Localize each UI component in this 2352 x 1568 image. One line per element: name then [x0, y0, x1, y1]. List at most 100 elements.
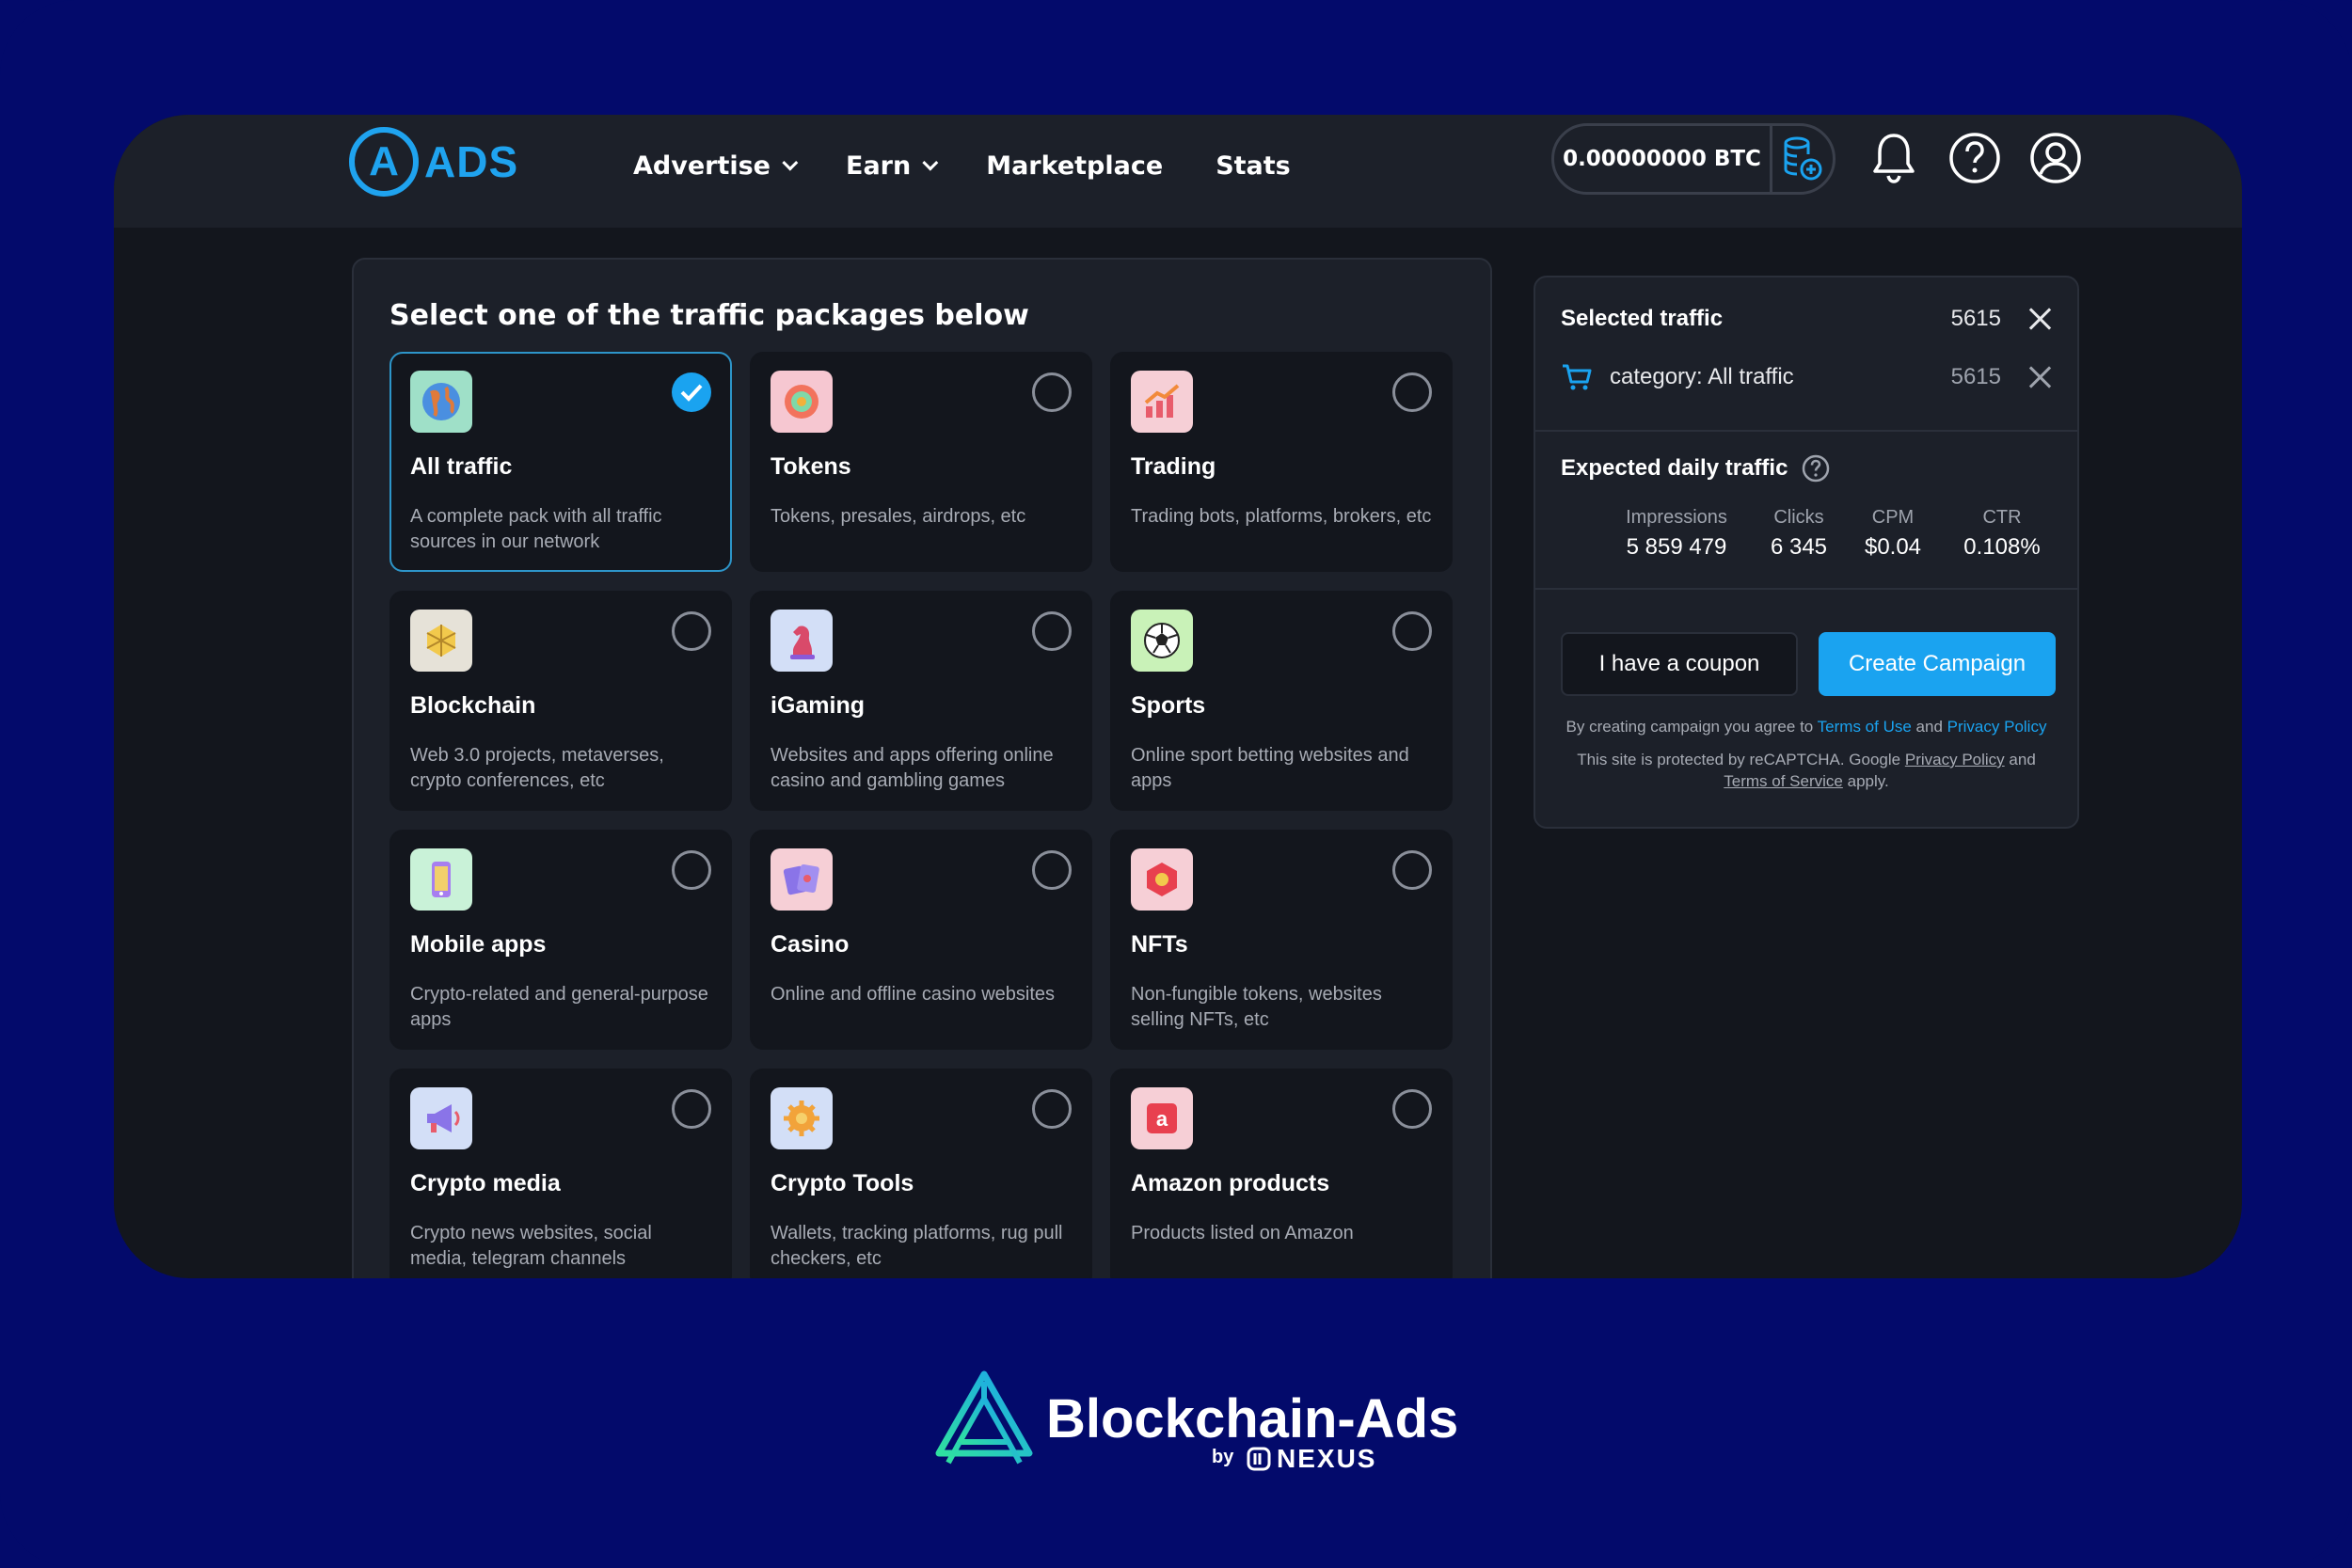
expected-traffic-row: Expected daily traffic [1561, 453, 2052, 483]
page-frame: A ADS Advertise Earn Marketplace Stats 0… [0, 0, 2352, 1568]
terms-notice: By creating campaign you agree to Terms … [1554, 716, 2058, 737]
amazon-box-icon: a [1131, 1087, 1193, 1149]
package-radio-igaming[interactable] [1032, 611, 1072, 651]
info-question-icon[interactable] [1801, 453, 1831, 483]
remove-category-icon[interactable] [2027, 365, 2052, 389]
add-funds-button[interactable] [1772, 135, 1833, 182]
package-radio-all-traffic[interactable] [672, 372, 711, 412]
wallet-balance: 0.00000000 BTC [1551, 123, 1836, 195]
package-description: Trading bots, platforms, brokers, etc [1131, 506, 1432, 527]
package-card-casino[interactable]: Casino Online and offline casino website… [750, 830, 1092, 1050]
privacy-policy-link[interactable]: Privacy Policy [1947, 718, 2047, 736]
stat-value: 0.108% [1963, 534, 2041, 560]
package-title: Tokens [771, 453, 851, 480]
terms-of-use-link[interactable]: Terms of Use [1818, 718, 1912, 736]
package-card-crypto-tools[interactable]: Crypto Tools Wallets, tracking platforms… [750, 1069, 1092, 1278]
nexus-logo: NEXUS [1247, 1444, 1376, 1474]
expected-traffic-label: Expected daily traffic [1561, 455, 1788, 481]
brand-by: by [1212, 1447, 1234, 1467]
package-title: Crypto media [410, 1170, 561, 1196]
package-title: Sports [1131, 692, 1206, 719]
checkmark-icon [680, 384, 703, 402]
gear-coin-icon [771, 1087, 833, 1149]
user-circle-icon [2030, 133, 2081, 183]
category-count: 5615 [1950, 364, 2001, 389]
playing-cards-icon [771, 848, 833, 911]
chevron-down-icon [782, 154, 799, 171]
category-label: category: All traffic [1610, 364, 1794, 389]
and-text: and [2009, 751, 2036, 768]
package-card-sports[interactable]: Sports Online sport betting websites and… [1110, 591, 1453, 811]
logo-text: ADS [424, 137, 519, 186]
package-description: A complete pack with all traffic sources… [410, 506, 662, 552]
brand-name: Blockchain-Ads [1046, 1388, 1459, 1449]
google-privacy-policy-link[interactable]: Privacy Policy [1905, 751, 2005, 768]
package-card-all-traffic[interactable]: All traffic A complete pack with all tra… [389, 352, 732, 572]
package-card-crypto-media[interactable]: Crypto media Crypto news websites, socia… [389, 1069, 732, 1278]
stat-cpm: CPM $0.04 [1836, 507, 1949, 561]
clear-selection-icon[interactable] [2027, 307, 2052, 331]
package-radio-crypto-tools[interactable] [1032, 1089, 1072, 1129]
main-nav: Advertise Earn Marketplace Stats [633, 143, 1343, 188]
google-terms-of-service-link[interactable]: Terms of Service [1724, 772, 1843, 790]
package-description: Online sport betting websites and apps [1131, 745, 1409, 791]
logo-circle-icon: A [349, 127, 419, 197]
nav-earn-label: Earn [846, 150, 912, 181]
stat-value: $0.04 [1864, 534, 1922, 560]
package-card-nfts[interactable]: NFTs Non-fungible tokens, websites selli… [1110, 830, 1453, 1050]
package-radio-trading[interactable] [1392, 372, 1432, 412]
profile-button[interactable] [2027, 130, 2084, 186]
package-description: Crypto news websites, social media, tele… [410, 1223, 652, 1269]
package-card-trading[interactable]: Trading Trading bots, platforms, brokers… [1110, 352, 1453, 572]
package-title: All traffic [410, 453, 513, 480]
balance-amount: 0.00000000 BTC [1554, 126, 1772, 192]
help-button[interactable] [1947, 130, 2003, 186]
recaptcha-notice: This site is protected by reCAPTCHA. Goo… [1554, 749, 2058, 792]
stat-value: 5 859 479 [1626, 534, 1727, 560]
nav-marketplace-label: Marketplace [986, 150, 1164, 181]
and-text: and [1915, 718, 1943, 736]
package-description: Web 3.0 projects, metaverses, crypto con… [410, 745, 664, 791]
nexus-text: NEXUS [1277, 1444, 1377, 1473]
package-card-mobile-apps[interactable]: Mobile apps Crypto-related and general-p… [389, 830, 732, 1050]
package-description: Online and offline casino websites [771, 984, 1056, 1005]
nav-advertise[interactable]: Advertise [633, 151, 799, 181]
package-radio-nfts[interactable] [1392, 850, 1432, 890]
nav-earn[interactable]: Earn [846, 150, 939, 181]
category-row: category: All traffic 5615 [1561, 362, 2052, 392]
nav-marketplace[interactable]: Marketplace [986, 151, 1163, 181]
package-radio-mobile-apps[interactable] [672, 850, 711, 890]
package-card-amazon-products[interactable]: a Amazon products Products listed on Ama… [1110, 1069, 1453, 1278]
package-title: Crypto Tools [771, 1170, 914, 1196]
chess-knight-icon [771, 610, 833, 672]
package-card-tokens[interactable]: Tokens Tokens, presales, airdrops, etc [750, 352, 1092, 572]
package-description: Tokens, presales, airdrops, etc [771, 506, 1026, 527]
megaphone-icon [410, 1087, 472, 1149]
globe-icon [410, 371, 472, 433]
package-card-blockchain[interactable]: Blockchain Web 3.0 projects, metaverses,… [389, 591, 732, 811]
nav-stats[interactable]: Stats [1216, 151, 1291, 181]
package-card-igaming[interactable]: iGaming Websites and apps offering onlin… [750, 591, 1092, 811]
package-radio-sports[interactable] [1392, 611, 1432, 651]
package-radio-casino[interactable] [1032, 850, 1072, 890]
package-description: Crypto-related and general-purpose apps [410, 984, 708, 1030]
question-circle-icon [1949, 133, 2000, 183]
add-funds-icon [1784, 136, 1822, 181]
selected-traffic-row: Selected traffic 5615 [1561, 306, 2052, 332]
package-radio-crypto-media[interactable] [672, 1089, 711, 1129]
divider [1535, 430, 2077, 432]
chevron-down-icon [922, 154, 939, 171]
package-title: iGaming [771, 692, 866, 719]
package-radio-amazon-products[interactable] [1392, 1089, 1432, 1129]
package-description: Websites and apps offering online casino… [771, 745, 1054, 791]
package-title: Mobile apps [410, 931, 547, 958]
cart-icon [1563, 364, 1592, 390]
ads-logo[interactable]: A ADS [349, 124, 518, 199]
token-coin-icon [771, 371, 833, 433]
create-campaign-button[interactable]: Create Campaign [1819, 632, 2056, 696]
coupon-button[interactable]: I have a coupon [1561, 632, 1798, 696]
notifications-button[interactable] [1866, 130, 1922, 186]
top-navbar: A ADS Advertise Earn Marketplace Stats 0… [114, 115, 2242, 228]
package-radio-blockchain[interactable] [672, 611, 711, 651]
package-radio-tokens[interactable] [1032, 372, 1072, 412]
